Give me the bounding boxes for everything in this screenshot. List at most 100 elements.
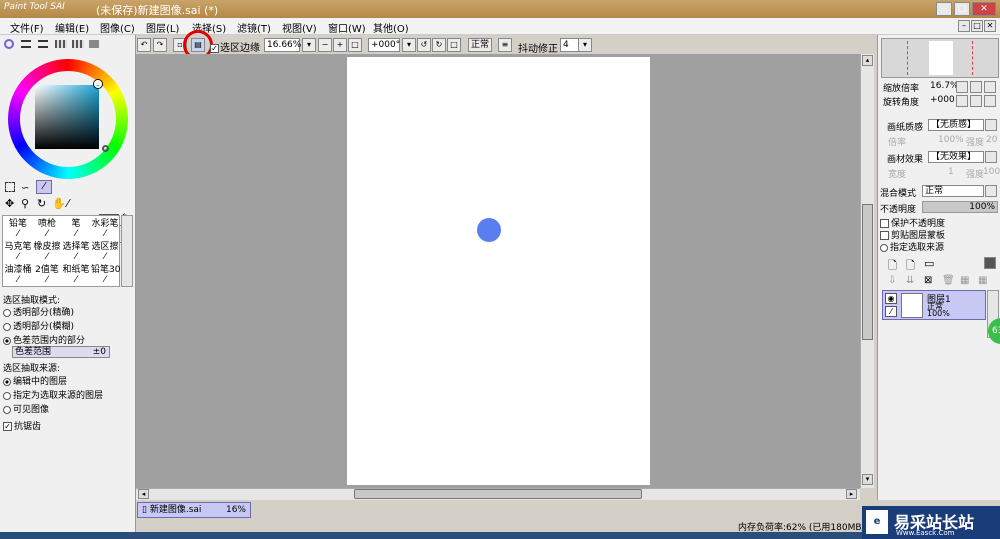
effect-select[interactable]: 【无效果】 [928, 151, 984, 163]
scroll-left-icon[interactable]: ◂ [138, 489, 149, 499]
document-tab[interactable]: ▯ 新建图像.sai 16% [137, 502, 251, 518]
stabilizer-icon[interactable]: ≡ [498, 38, 512, 52]
brush-tool-item[interactable]: 马克笔 ⁄ [4, 239, 32, 262]
layer-mask-icon[interactable] [984, 257, 996, 269]
vertical-scroll-thumb[interactable] [862, 204, 873, 340]
doc-minimize-icon[interactable]: – [958, 20, 970, 32]
nav-rotate-reset-icon[interactable] [984, 95, 996, 107]
brush-tool-item[interactable]: 笔 ⁄ [62, 216, 90, 239]
move-icon[interactable]: ✥ [5, 197, 14, 210]
merge-down-icon[interactable]: ⇊ [906, 275, 914, 286]
eye-icon[interactable]: ◉ [885, 293, 897, 304]
nav-rotate-left-icon[interactable] [956, 95, 968, 107]
brush-tool-item[interactable]: 水彩笔 ⁄ [91, 216, 119, 239]
redo-icon[interactable]: ↷ [153, 38, 167, 52]
navigator-preview[interactable] [881, 38, 999, 78]
opacity-slider[interactable]: 100% [922, 201, 998, 213]
source-option-visible-image[interactable]: 可见图像 [3, 402, 49, 415]
layer-op1-icon[interactable]: ▦ [960, 275, 969, 286]
hand-icon[interactable]: ✋ [52, 197, 66, 210]
color-picker-handle[interactable] [94, 80, 102, 88]
menu-window[interactable]: 窗口(W) [328, 20, 366, 35]
scroll-up-icon[interactable]: ▴ [862, 55, 873, 66]
rotate-right-icon[interactable]: ↻ [432, 38, 446, 52]
menu-file[interactable]: 文件(F) [10, 20, 44, 35]
antialias-checkbox[interactable]: ✓ 抗锯齿 [3, 419, 41, 432]
rotate-reset-icon[interactable]: □ [447, 38, 461, 52]
layer-row[interactable]: ◉ ⁄ 图层1 正常 100% [882, 290, 986, 320]
zoom-field[interactable]: 16.66% [264, 38, 301, 52]
color-range-slider[interactable]: 色差范围 ±0 [12, 346, 110, 358]
horizontal-scrollbar[interactable]: ◂ ▸ [136, 488, 860, 500]
paper-texture-select[interactable]: 【无质感】 [928, 119, 984, 131]
close-icon[interactable]: ✕ [972, 2, 996, 16]
brush-tool-item[interactable]: 铅笔 ⁄ [4, 216, 32, 239]
rect-select-icon[interactable] [5, 182, 15, 192]
new-linework-layer-icon[interactable]: 🗋 [906, 257, 915, 276]
nav-zoom-out-icon[interactable] [956, 81, 968, 93]
nav-zoom-in-icon[interactable] [970, 81, 982, 93]
minimize-icon[interactable]: – [936, 2, 952, 16]
paper-texture-dropdown-icon[interactable] [985, 119, 997, 131]
eyedropper-icon[interactable]: ⁄ [67, 197, 69, 210]
blend-mode-dropdown-icon[interactable] [985, 185, 997, 197]
layer-op2-icon[interactable]: ▦ [978, 275, 987, 286]
menu-other[interactable]: 其他(O) [373, 20, 409, 35]
menu-edit[interactable]: 编辑(E) [55, 20, 89, 35]
horizontal-scroll-thumb[interactable] [354, 489, 642, 499]
flip-mode-button[interactable]: 正常 [468, 38, 492, 52]
mode-option-precise[interactable]: 透明部分(精确) [3, 305, 74, 318]
zoom-out-icon[interactable]: − [318, 38, 332, 52]
lasso-icon[interactable]: ∽ [21, 183, 29, 194]
brush-tool-item[interactable]: 油漆桶 ⁄ [4, 262, 32, 285]
selection-edge-toggle[interactable]: ✓ 选区边缘 [210, 39, 260, 54]
color-wheel-tab-icon[interactable] [4, 39, 14, 49]
clear-layer-icon[interactable]: ⊠ [924, 275, 932, 286]
canvas-paper[interactable] [347, 57, 650, 485]
rotate-icon[interactable]: ↻ [37, 197, 46, 210]
brush-lock-icon[interactable]: ⁄ [885, 306, 897, 317]
new-layer-icon[interactable]: 🗋 [888, 257, 897, 276]
hue-handle[interactable] [102, 145, 109, 152]
maximize-icon[interactable]: □ [954, 2, 970, 16]
effect-dropdown-icon[interactable] [985, 151, 997, 163]
brush-tool-item[interactable]: 喷枪 ⁄ [33, 216, 61, 239]
mode-option-color-range[interactable]: 色差范围内的部分 [3, 333, 85, 346]
mode-option-fuzzy[interactable]: 透明部分(模糊) [3, 319, 74, 332]
scratchpad-tab-icon[interactable] [89, 40, 99, 48]
source-option-designated-layer[interactable]: 指定为选取来源的图层 [3, 388, 103, 401]
blend-mode-select[interactable]: 正常 [922, 185, 984, 197]
vertical-scrollbar[interactable]: ▴ ▾ [860, 54, 874, 488]
mixer-tab-icon[interactable] [72, 40, 84, 48]
hsv-slider-tab-icon[interactable] [38, 40, 48, 48]
source-option-current-layer[interactable]: 编辑中的图层 [3, 374, 67, 387]
nav-zoom-reset-icon[interactable] [984, 81, 996, 93]
magic-wand-icon[interactable]: ⁄ [36, 180, 52, 194]
brush-tool-item[interactable]: 选区擦 ⁄ [91, 239, 119, 262]
zoom-in-icon[interactable]: + [333, 38, 347, 52]
scroll-down-icon[interactable]: ▾ [862, 474, 873, 485]
tool-grid-scrollbar[interactable] [121, 215, 133, 287]
menu-filter[interactable]: 滤镜(T) [237, 20, 271, 35]
menu-layer[interactable]: 图层(L) [146, 20, 179, 35]
scroll-right-icon[interactable]: ▸ [846, 489, 857, 499]
brush-tool-item[interactable]: 铅笔30 ⁄ [91, 262, 120, 285]
undo-icon[interactable]: ↶ [137, 38, 151, 52]
rgb-slider-tab-icon[interactable] [21, 40, 31, 48]
brush-tool-item[interactable]: 橡皮擦 ⁄ [33, 239, 61, 262]
brush-tool-item[interactable]: 2值笔 ⁄ [33, 262, 61, 285]
angle-dropdown-icon[interactable]: ▾ [402, 38, 416, 52]
saturation-value-square[interactable] [35, 85, 99, 149]
stabilizer-dropdown-icon[interactable]: ▾ [578, 38, 592, 52]
selection-source-checkbox[interactable]: 指定选取来源 [880, 240, 944, 253]
zoom-dropdown-icon[interactable]: ▾ [302, 38, 316, 52]
transfer-down-icon[interactable]: ⇩ [888, 275, 896, 286]
new-folder-icon[interactable]: ▭ [924, 257, 934, 270]
angle-field[interactable]: +000° [368, 38, 400, 52]
brush-tool-item[interactable]: 选择笔 ⁄ [62, 239, 90, 262]
swatch-tab-icon[interactable] [55, 40, 67, 48]
doc-close-icon[interactable]: ✕ [984, 20, 996, 32]
delete-layer-icon[interactable]: 🗑 [942, 275, 955, 286]
menu-image[interactable]: 图像(C) [100, 20, 135, 35]
brush-tool-item[interactable]: 和纸笔 ⁄ [62, 262, 90, 285]
